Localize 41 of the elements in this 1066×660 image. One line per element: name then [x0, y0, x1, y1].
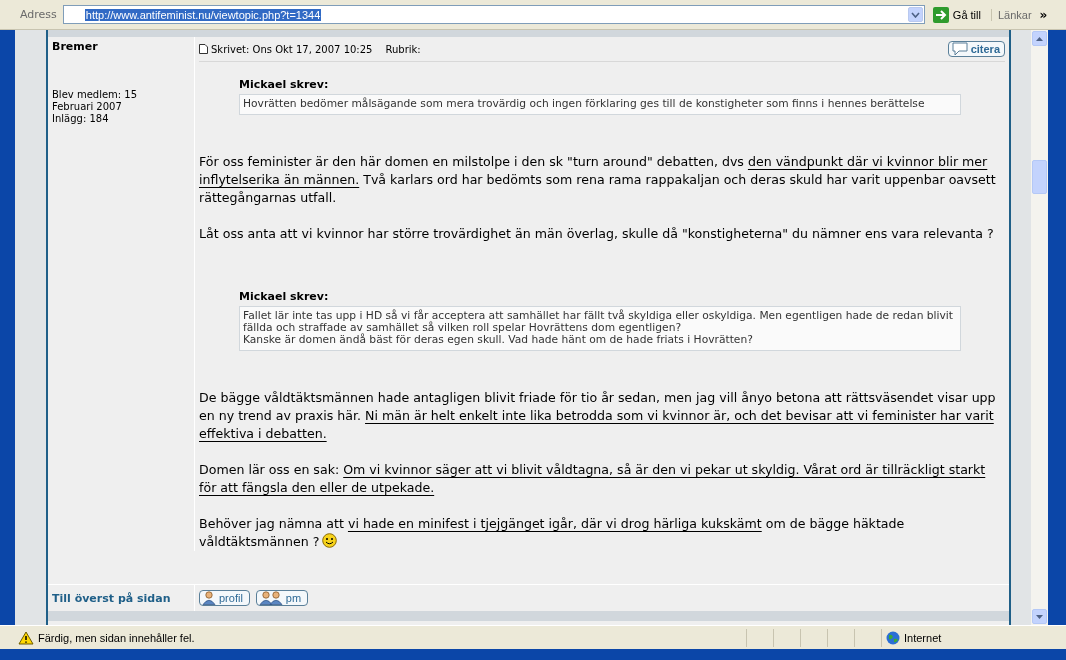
quote-button[interactable]: citera: [947, 41, 1005, 57]
warning-icon: [18, 630, 34, 645]
message-button[interactable]: pm: [255, 590, 309, 606]
author-name: Bremer: [52, 40, 99, 53]
scroll-up-button[interactable]: [1032, 31, 1047, 46]
post-paragraph: De bägge våldtäktsmännen hade antagligen blivit friade för tio år sedan, men jag vill ånyo betona att rättsväsendet visar upp en ny trend av praxis här. Ni män är helt enkelt inte lika betrodda som vi kvinnor är, och det bevisar att vi feminister har varit effektiva i debatten.: [199, 389, 997, 443]
globe-icon: [886, 630, 900, 645]
address-label: Adress: [19, 8, 58, 21]
profile-button[interactable]: profil: [199, 590, 250, 606]
post-paragraph: Behöver jag nämna att vi hade en minifest i tjejgänget igår, där vi drog härliga kukskämt om de bägge häktade våldtäktsmännen ?: [199, 515, 906, 551]
status-message: Färdig, men sidan innehåller fel.: [38, 631, 196, 644]
up-arrow-icon: [1036, 36, 1043, 41]
arrow-icon: [932, 6, 949, 23]
links-label[interactable]: Länkar: [990, 8, 1032, 21]
vertical-scrollbar[interactable]: [1031, 30, 1048, 625]
back-to-top-link[interactable]: Till överst på sidan: [52, 591, 190, 605]
post-paragraph: Låt oss anta att vi kvinnor har större trovärdighet än män överlag, skulle då "konstigheterna" du nämner ens vara relevanta ?: [199, 225, 995, 243]
quote-author: Mickael skrev:: [239, 78, 330, 91]
dropdown-button[interactable]: [907, 7, 923, 22]
security-zone: Internet: [904, 631, 942, 644]
caret-icon: [910, 11, 920, 18]
speech-bubble-icon: [950, 42, 969, 56]
down-arrow-icon: [1036, 614, 1043, 619]
quote-author: Mickael skrev:: [239, 290, 330, 303]
go-button[interactable]: Gå till: [932, 6, 981, 23]
scroll-down-button[interactable]: [1032, 609, 1047, 624]
member-info: Blev medlem: 15: [52, 89, 139, 101]
member-info: Inlägg: 184: [52, 113, 110, 125]
post-paragraph: Domen lär oss en sak: Om vi kvinnor säger att vi blivit våldtagna, så är den vi pekar ut skyldig. Vårat ord är tillräckligt starkt för att fängsla den eller de utpekade.: [199, 461, 987, 497]
quote-box: Fallet lär inte tas upp i HD så vi får acceptera att samhället har fällt två skyldiga eller oskyldiga. Men egentligen hade de redan blivit fällda och straffade av samhället så vilken roll spelar Hovrättens dom egentligen? Kanske är domen ändå bäst för deras egen skull. Vad hade hänt om de hade friats i Hovrätten?: [239, 306, 961, 351]
two-people-icon: [258, 591, 283, 605]
post-paragraph: För oss feminister är den här domen en milstolpe i den sk "turn around" debatten, dvs den vändpunkt där vi kvinnor blir mer inflytelserika än männen. Två karlars ord har bedömts som rena rama rappakaljan och deras skuld har varit uppenbar oavsett rättegångarnas utfall.: [199, 153, 997, 207]
more-button[interactable]: »: [1039, 7, 1048, 22]
post-date: Skrivet: Ons Okt 17, 2007 10:25: [211, 43, 373, 55]
quote-box: Hovrätten bedömer målsägande som mera trovärdig och ingen förklaring ges till de konstigheter som finns i hennes berättelse: [239, 94, 961, 115]
scroll-thumb[interactable]: [1032, 160, 1047, 194]
member-info: Februari 2007: [52, 101, 123, 113]
address-field[interactable]: http://www.antifeminist.nu/viewtopic.php?t=1344: [62, 5, 925, 24]
person-icon: [202, 591, 216, 605]
document-icon: [199, 44, 208, 54]
subject-label: Rubrik:: [385, 43, 421, 55]
